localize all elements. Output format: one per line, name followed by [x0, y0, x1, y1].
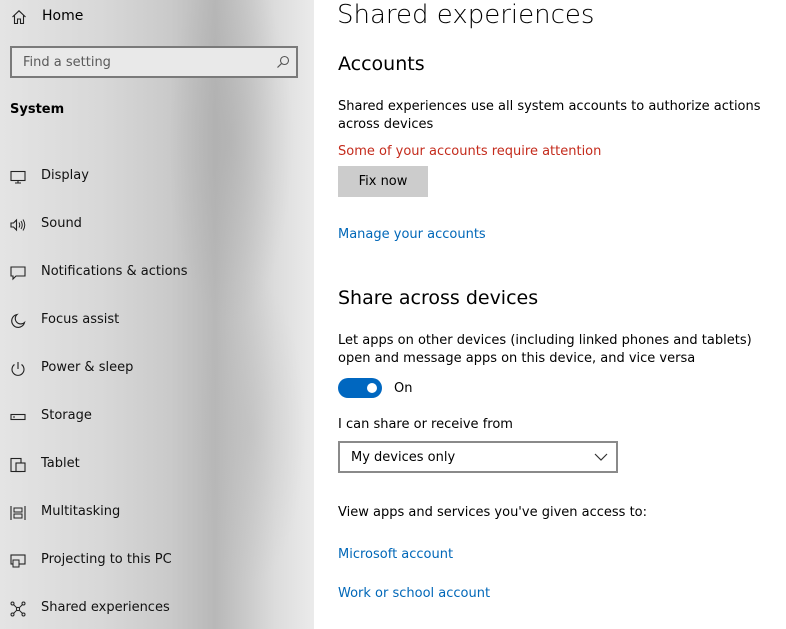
sidebar-item-label: Storage	[41, 408, 92, 423]
sidebar-item-label: Projecting to this PC	[41, 552, 172, 567]
shared-experiences-icon	[10, 601, 26, 617]
page-title: Shared experiences	[337, 0, 595, 30]
main-content: Shared experiences Accounts Shared exper…	[314, 0, 786, 629]
sidebar-item-focus-assist[interactable]: Focus assist	[0, 298, 314, 344]
display-icon	[10, 169, 26, 185]
sidebar-item-sound[interactable]: Sound	[0, 202, 314, 248]
search-input[interactable]: Find a setting	[10, 46, 298, 78]
accounts-warning: Some of your accounts require attention	[338, 144, 602, 159]
sidebar-item-label: Multitasking	[41, 504, 121, 519]
sound-icon	[10, 217, 26, 233]
sidebar-item-label: Focus assist	[41, 312, 120, 327]
sidebar-item-tablet[interactable]: Tablet	[0, 442, 314, 488]
sidebar-item-label: Notifications & actions	[41, 264, 188, 279]
storage-icon	[10, 409, 26, 425]
sidebar-item-label: Sound	[41, 216, 82, 231]
toggle-knob	[367, 383, 377, 393]
home-label: Home	[42, 8, 84, 24]
home-icon	[11, 9, 27, 25]
projecting-icon	[10, 553, 26, 569]
sidebar-item-multitasking[interactable]: Multitasking	[0, 490, 314, 536]
chevron-down-icon	[594, 452, 608, 462]
sidebar-item-shared-experiences[interactable]: Shared experiences	[0, 586, 314, 629]
share-toggle[interactable]	[338, 378, 382, 398]
accounts-heading: Accounts	[338, 53, 425, 75]
sidebar-item-label: Tablet	[41, 456, 80, 471]
sidebar-item-label: Display	[41, 168, 89, 183]
sidebar-item-notifications[interactable]: Notifications & actions	[0, 250, 314, 296]
notifications-icon	[10, 265, 26, 281]
toggle-state-label: On	[394, 381, 413, 396]
sidebar-item-storage[interactable]: Storage	[0, 394, 314, 440]
accounts-description: Shared experiences use all system accoun…	[338, 99, 761, 132]
dropdown-value: My devices only	[351, 450, 456, 465]
sidebar-item-label: Shared experiences	[41, 600, 170, 615]
sidebar-item-projecting[interactable]: Projecting to this PC	[0, 538, 314, 584]
home-nav-item[interactable]: Home	[0, 0, 314, 34]
tablet-icon	[10, 457, 26, 473]
multitasking-icon	[10, 505, 26, 521]
work-school-account-link[interactable]: Work or school account	[338, 586, 490, 601]
share-receive-label: I can share or receive from	[338, 417, 513, 432]
share-across-devices-heading: Share across devices	[338, 287, 539, 309]
section-title: System	[10, 102, 65, 117]
access-text: View apps and services you've given acce…	[338, 505, 647, 520]
moon-icon	[10, 313, 26, 329]
sidebar: Home Find a setting System Display Sound…	[0, 0, 314, 629]
share-description: Let apps on other devices (including lin…	[338, 333, 752, 366]
fix-now-button[interactable]: Fix now	[338, 166, 428, 197]
sidebar-item-display[interactable]: Display	[0, 154, 314, 200]
search-placeholder: Find a setting	[23, 55, 111, 70]
power-icon	[10, 361, 26, 377]
sidebar-item-power-sleep[interactable]: Power & sleep	[0, 346, 314, 392]
manage-accounts-link[interactable]: Manage your accounts	[338, 227, 486, 242]
sidebar-item-label: Power & sleep	[41, 360, 134, 375]
share-from-dropdown[interactable]: My devices only	[338, 441, 618, 473]
search-icon[interactable]	[276, 55, 290, 69]
microsoft-account-link[interactable]: Microsoft account	[338, 547, 453, 562]
